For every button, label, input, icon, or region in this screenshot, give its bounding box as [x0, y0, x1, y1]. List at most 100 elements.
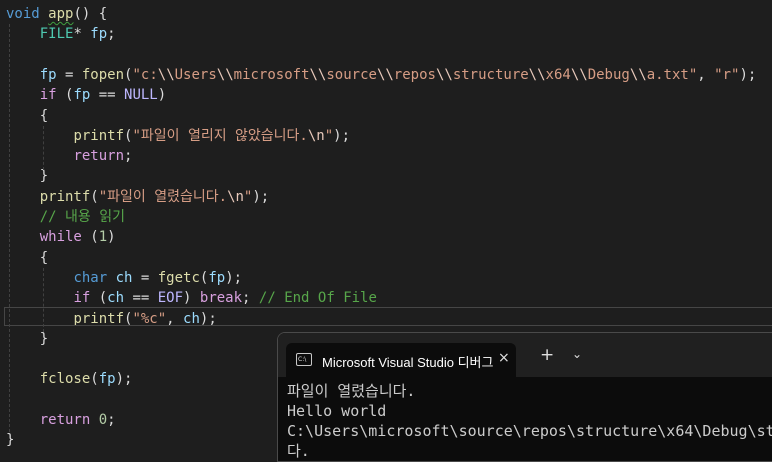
code-token: if	[73, 290, 91, 307]
code-token: NULL	[124, 87, 158, 104]
code-token: (	[90, 371, 99, 388]
close-icon[interactable]: ×	[498, 350, 510, 366]
code-token: Debug	[587, 66, 630, 83]
code-line: // 내용 읽기	[6, 207, 125, 227]
code-token: {	[6, 107, 49, 124]
code-token: \\	[376, 66, 394, 83]
code-token: microsoft	[233, 66, 310, 83]
code-line: return;	[6, 146, 132, 166]
code-token: fclose	[39, 371, 91, 388]
code-token: )	[107, 229, 116, 246]
code-token: fopen	[81, 66, 125, 83]
code-token: "c:	[132, 66, 158, 83]
code-token: repos	[393, 66, 436, 83]
terminal-window[interactable]: C:\ Microsoft Visual Studio 디버그 × + ⌄ 파일…	[277, 332, 772, 462]
console-icon: C:\	[296, 353, 312, 366]
code-line: fclose(fp);	[6, 369, 133, 389]
code-token: () {	[73, 6, 108, 22]
code-token: break	[199, 290, 243, 307]
code-token: (	[90, 290, 108, 307]
code-token: source	[326, 66, 377, 83]
code-token: );	[225, 269, 243, 286]
code-line: {	[6, 248, 48, 268]
code-token: printf	[73, 127, 125, 144]
indent-guide-while-block	[43, 268, 44, 332]
code-line: fp = fopen("c:\\Users\\microsoft\\source…	[6, 65, 757, 85]
code-token: "	[324, 127, 334, 144]
chevron-down-icon[interactable]: ⌄	[572, 347, 582, 361]
code-line: printf("파일이 열렸습니다.\n");	[6, 187, 270, 207]
code-token: "파일이 열렸습니다.	[98, 188, 228, 205]
code-token: ==	[90, 87, 125, 104]
code-token: void	[6, 6, 40, 22]
code-token: // 내용 읽기	[39, 209, 125, 225]
code-token: return	[73, 148, 125, 165]
code-token: \\	[157, 66, 175, 83]
code-token: while	[39, 229, 82, 246]
code-token: FILE	[39, 26, 74, 43]
code-token: );	[115, 371, 133, 388]
code-token: (	[90, 188, 99, 205]
code-token: \n	[307, 127, 325, 144]
new-tab-icon[interactable]: +	[540, 345, 554, 365]
code-token: }	[6, 330, 49, 347]
code-token: 0	[98, 412, 108, 428]
code-token: {	[6, 249, 49, 266]
code-token: *	[73, 26, 91, 43]
code-token: EOF	[157, 290, 184, 307]
code-token: fp	[73, 87, 91, 104]
code-line: }	[6, 166, 48, 186]
code-token: \\	[528, 66, 546, 83]
indent-guide-if-block	[43, 126, 44, 170]
code-token: \\	[216, 66, 234, 83]
code-token: ;	[107, 26, 116, 43]
terminal-tab[interactable]: C:\ Microsoft Visual Studio 디버그 ×	[286, 343, 516, 377]
code-token: 1	[98, 229, 108, 246]
code-token: );	[739, 66, 757, 83]
code-token: (	[81, 229, 99, 246]
code-line: {	[6, 106, 48, 126]
code-token: structure	[452, 66, 529, 83]
code-token: // End Of File	[258, 290, 377, 307]
code-token: a.txt"	[646, 66, 698, 83]
code-token: ch	[115, 269, 133, 286]
code-token: );	[333, 127, 351, 144]
code-token: \\	[435, 66, 453, 83]
terminal-output-line: 다.	[287, 442, 310, 460]
code-token: fp	[90, 26, 108, 43]
code-token: x64	[545, 66, 571, 83]
code-token: fp	[98, 371, 116, 388]
terminal-tab-bar: C:\ Microsoft Visual Studio 디버그 × + ⌄	[278, 333, 772, 377]
code-line: }	[6, 329, 48, 349]
code-token: "파일이 열리지 않았습니다.	[132, 127, 308, 144]
code-token: ;	[107, 412, 116, 428]
code-token: \\	[570, 66, 588, 83]
code-token: ,	[697, 66, 715, 83]
code-token: ch	[107, 290, 125, 307]
code-token: printf	[39, 188, 91, 205]
code-token: fgetc	[157, 269, 200, 286]
code-token: \\	[629, 66, 647, 83]
terminal-output-line: C:\Users\microsoft\source\repos\structur…	[287, 422, 772, 440]
code-line: return 0;	[6, 410, 116, 430]
terminal-output-line: Hello world	[287, 402, 387, 420]
code-token: \\	[309, 66, 327, 83]
code-line: if (ch == EOF) break; // End Of File	[6, 288, 377, 308]
terminal-tab-title: Microsoft Visual Studio 디버그	[322, 355, 494, 370]
current-line-highlight	[4, 307, 772, 326]
code-token: fp	[39, 66, 57, 83]
code-line: }	[6, 430, 14, 450]
code-line: if (fp == NULL)	[6, 85, 166, 105]
code-token: ;	[124, 148, 133, 165]
